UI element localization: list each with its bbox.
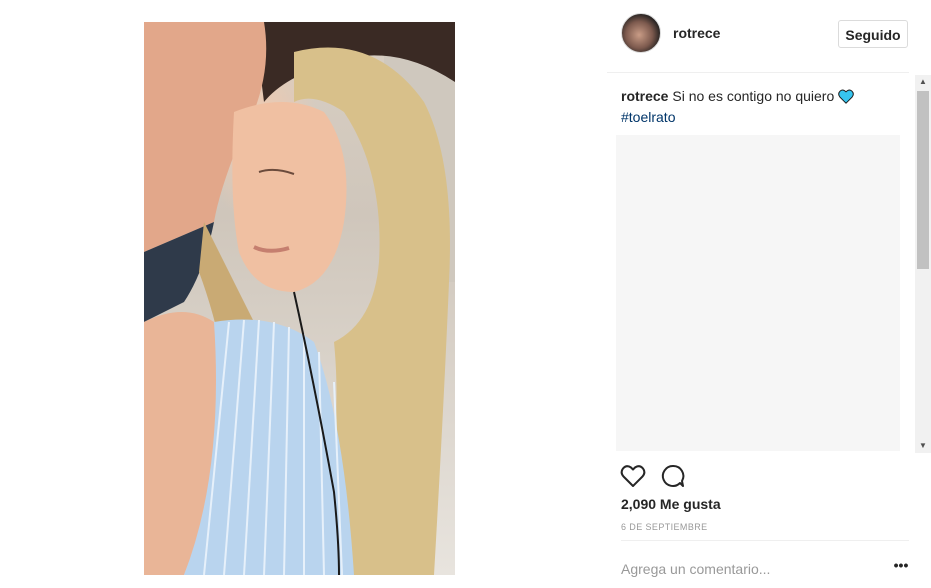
caption-text: Si no es contigo no quiero [672, 88, 835, 104]
speech-bubble-icon[interactable] [659, 462, 687, 490]
scroll-thumb[interactable] [917, 91, 929, 269]
comment-list [616, 135, 900, 451]
avatar[interactable] [621, 13, 661, 53]
divider [621, 540, 909, 541]
post-date[interactable]: 6 DE SEPTIEMBRE [621, 522, 708, 532]
blue-heart-emoji-icon [838, 89, 855, 108]
scroll-down-arrow-icon[interactable]: ▼ [915, 439, 931, 453]
comments-scrollbar[interactable]: ▲ ▼ [915, 75, 931, 453]
comment-input[interactable] [621, 559, 881, 579]
post-photo[interactable] [144, 22, 455, 575]
heart-outline-icon[interactable] [619, 462, 647, 490]
comments-section: rotrece Si no es contigo no quiero #toel… [615, 75, 915, 453]
hashtag-link[interactable]: #toelrato [621, 108, 906, 126]
caption-username[interactable]: rotrece [621, 88, 668, 104]
caption: rotrece Si no es contigo no quiero #toel… [621, 87, 906, 126]
username-link[interactable]: rotrece [673, 25, 720, 41]
following-button[interactable]: Seguido [838, 20, 908, 48]
scroll-up-arrow-icon[interactable]: ▲ [915, 75, 931, 89]
like-count[interactable]: 2,090 Me gusta [621, 496, 721, 512]
photo-illustration [144, 22, 455, 575]
post-header: rotrece Seguido [607, 0, 909, 73]
more-options-icon[interactable]: ••• [892, 558, 910, 578]
